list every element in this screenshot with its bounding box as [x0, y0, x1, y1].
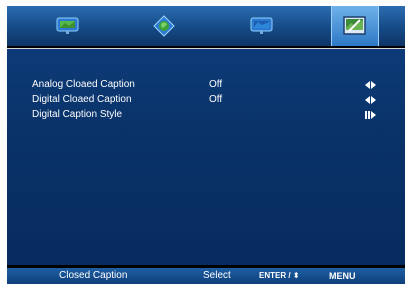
menu-item-value: Off [209, 94, 223, 105]
enter-arrow-icon[interactable] [365, 111, 376, 119]
footer-keys-label: ENTER / [259, 271, 293, 280]
footer-bar: Closed Caption Select ENTER / ⬍ MENU [7, 268, 405, 284]
closed-caption-icon [343, 16, 366, 35]
up-down-icon: ⬍ [292, 271, 300, 280]
left-right-arrows-icon[interactable] [365, 81, 376, 89]
tv-picture-icon [56, 17, 79, 34]
left-right-arrows-icon[interactable] [365, 96, 376, 104]
tv-settings-icon [250, 17, 273, 34]
menu-tab-bar [7, 6, 405, 46]
menu-item-digital-caption-style[interactable]: Digital Caption Style [7, 107, 405, 123]
footer-hint: Select [203, 270, 231, 281]
tab-setup[interactable] [141, 6, 187, 46]
menu-item-label: Analog Cloaed Caption [32, 79, 135, 90]
settings-panel: Analog Cloaed Caption Off Digital Cloaed… [7, 48, 405, 265]
tab-closed-caption[interactable] [331, 6, 379, 46]
globe-setup-icon [153, 15, 175, 37]
menu-item-label: Digital Cloaed Caption [32, 94, 132, 105]
footer-title: Closed Caption [59, 270, 128, 281]
footer-keys: ENTER / ⬍ [259, 268, 299, 284]
tv-osd-screen: Analog Cloaed Caption Off Digital Cloaed… [7, 6, 405, 284]
menu-item-analog-caption[interactable]: Analog Cloaed Caption Off [7, 77, 405, 93]
tab-tv[interactable] [239, 6, 285, 46]
menu-key-label[interactable]: MENU [329, 268, 356, 284]
tab-picture[interactable] [45, 6, 91, 46]
menu-item-label: Digital Caption Style [32, 109, 123, 120]
menu-item-value: Off [209, 79, 223, 90]
menu-item-digital-caption[interactable]: Digital Cloaed Caption Off [7, 92, 405, 108]
